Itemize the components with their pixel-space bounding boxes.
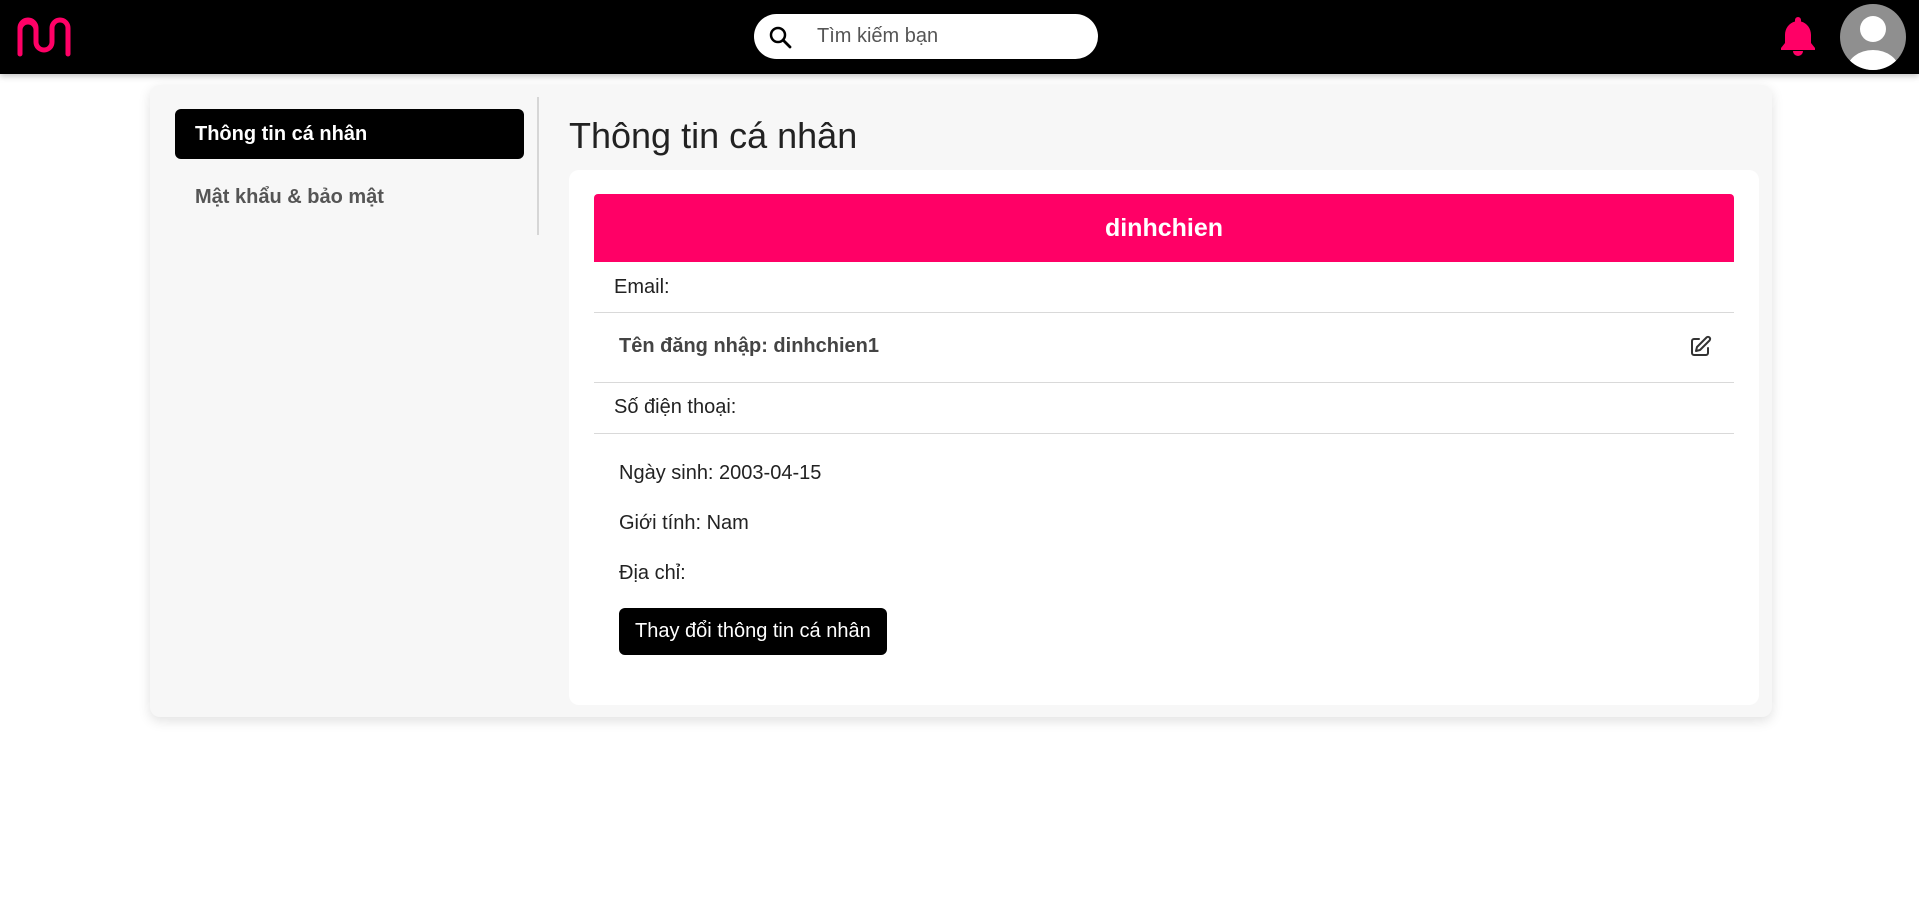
sidebar-divider <box>537 97 539 235</box>
friend-search-box <box>754 14 1098 59</box>
sidebar-item-label: Thông tin cá nhân <box>195 122 368 145</box>
phone-row: Số điện thoại: <box>594 383 1734 434</box>
profile-card: dinhchien Email: Tên đăng nhập: dinhchie… <box>569 170 1759 705</box>
bell-icon[interactable] <box>1778 14 1818 56</box>
sidebar-item-label: Mật khẩu & bảo mật <box>195 185 384 208</box>
gender-text: Giới tính: Nam <box>619 512 749 534</box>
user-avatar-icon[interactable] <box>1840 4 1906 70</box>
email-row: Email: <box>594 262 1734 313</box>
address-text: Địa chỉ: <box>619 562 686 584</box>
settings-sidebar: Thông tin cá nhân Mật khẩu & bảo mật <box>150 85 539 717</box>
email-label: Email: <box>614 276 670 298</box>
search-icon[interactable] <box>768 25 792 49</box>
birthdate-text: Ngày sinh: 2003-04-15 <box>619 462 822 484</box>
username-row: Tên đăng nhập: dinhchien1 <box>594 313 1734 383</box>
wave-m-logo-icon[interactable] <box>14 10 78 60</box>
sidebar-item-password-security[interactable]: Mật khẩu & bảo mật <box>175 172 524 222</box>
edit-icon[interactable] <box>1688 335 1712 359</box>
top-navbar <box>0 0 1919 74</box>
phone-label: Số điện thoại: <box>614 396 737 418</box>
username-label: Tên đăng nhập: dinhchien1 <box>619 335 879 357</box>
profile-display-name: dinhchien <box>594 194 1734 262</box>
settings-panel: Thông tin cá nhân Mật khẩu & bảo mật Thô… <box>150 85 1772 717</box>
search-input[interactable] <box>817 22 1077 51</box>
page-title: Thông tin cá nhân <box>569 115 858 156</box>
change-profile-button[interactable]: Thay đổi thông tin cá nhân <box>619 608 887 655</box>
avatar-silhouette-icon <box>1847 16 1899 70</box>
sidebar-item-personal-info[interactable]: Thông tin cá nhân <box>175 109 524 159</box>
